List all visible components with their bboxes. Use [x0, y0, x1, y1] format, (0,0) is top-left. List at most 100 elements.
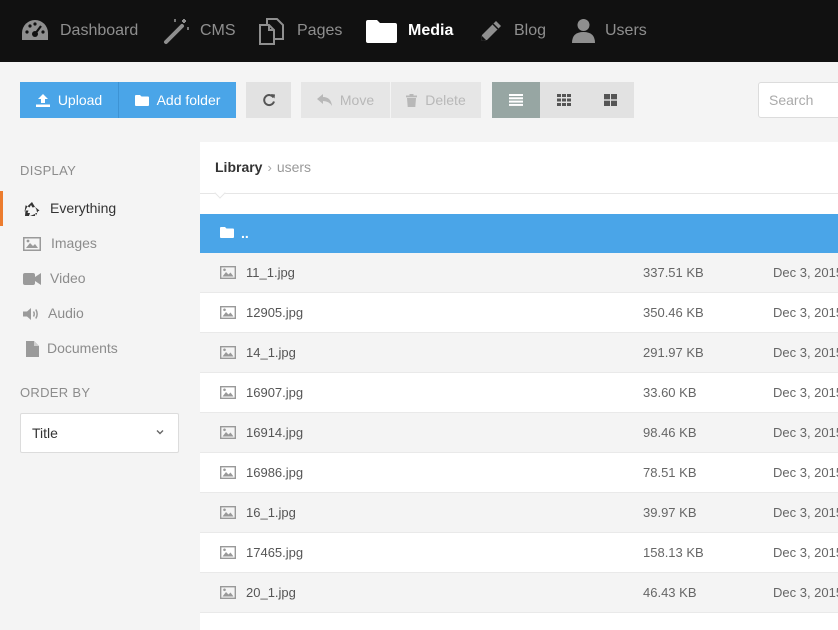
file-row[interactable]: 20_1.jpg 46.43 KB Dec 3, 2015: [200, 573, 838, 613]
file-name: 12905.jpg: [246, 305, 304, 320]
delete-button[interactable]: Delete: [391, 82, 481, 118]
breadcrumb: Library › users: [215, 159, 311, 175]
file-size: 39.97 KB: [643, 505, 697, 520]
image-file-icon: [219, 425, 237, 442]
image-file-icon: [219, 505, 237, 522]
image-file-icon: [219, 385, 237, 402]
sidebar-label-audio: Audio: [48, 305, 84, 321]
document-icon: [22, 340, 42, 358]
trash-icon: [406, 93, 418, 107]
breadcrumb-library-link[interactable]: Library: [215, 159, 262, 175]
file-name: 16986.jpg: [246, 465, 304, 480]
video-camera-icon: [22, 270, 42, 288]
image-file-icon: [219, 585, 237, 602]
volume-icon: [22, 305, 42, 323]
file-date: Dec 3, 2015: [773, 305, 838, 320]
file-name: 14_1.jpg: [246, 345, 296, 360]
nav-label-users: Users: [605, 22, 647, 39]
file-row[interactable]: 16_1.jpg 39.97 KB Dec 3, 2015: [200, 493, 838, 533]
file-size: 46.43 KB: [643, 585, 697, 600]
file-date: Dec 3, 2015: [773, 585, 838, 600]
file-row[interactable]: 17465.jpg 158.13 KB Dec 3, 2015: [200, 533, 838, 573]
sidebar-item-everything[interactable]: Everything: [0, 191, 200, 226]
file-date: Dec 3, 2015: [773, 425, 838, 440]
magic-wand-icon: [164, 19, 189, 44]
list-icon: [509, 94, 523, 106]
image-icon: [22, 235, 42, 253]
upload-label: Upload: [57, 92, 103, 108]
search-input[interactable]: [758, 82, 838, 118]
file-name: 16_1.jpg: [246, 505, 296, 520]
grid-small-icon: [556, 94, 571, 106]
file-date: Dec 3, 2015: [773, 265, 838, 280]
small-grid-view-button[interactable]: [540, 82, 587, 118]
order-by-heading: ORDER BY: [20, 385, 91, 400]
file-size: 158.13 KB: [643, 545, 704, 560]
folder-icon: [134, 95, 149, 106]
upload-icon: [35, 93, 50, 107]
nav-item-blog[interactable]: Blog: [478, 0, 546, 62]
move-label: Move: [339, 92, 375, 108]
sidebar-item-audio[interactable]: Audio: [0, 296, 200, 331]
file-row[interactable]: 16907.jpg 33.60 KB Dec 3, 2015: [200, 373, 838, 413]
sidebar-item-images[interactable]: Images: [0, 226, 200, 261]
file-size: 78.51 KB: [643, 465, 697, 480]
file-name: 16907.jpg: [246, 385, 304, 400]
file-row[interactable]: 16986.jpg 78.51 KB Dec 3, 2015: [200, 453, 838, 493]
list-view-button[interactable]: [492, 82, 540, 118]
image-file-icon: [219, 465, 237, 482]
display-heading: DISPLAY: [20, 163, 77, 178]
pencil-icon: [481, 21, 501, 41]
order-by-select[interactable]: Title: [20, 413, 179, 453]
image-file-icon: [219, 545, 237, 562]
add-folder-button[interactable]: Add folder: [118, 82, 236, 118]
file-date: Dec 3, 2015: [773, 345, 838, 360]
pages-icon: [259, 18, 284, 45]
nav-label-media: Media: [408, 22, 454, 39]
file-size: 350.46 KB: [643, 305, 704, 320]
file-row[interactable]: 11_1.jpg 337.51 KB Dec 3, 2015: [200, 253, 838, 293]
image-file-icon: [219, 345, 237, 362]
file-name: 17465.jpg: [246, 545, 304, 560]
refresh-button[interactable]: [246, 82, 291, 118]
parent-folder-row[interactable]: ..: [200, 214, 838, 253]
nav-item-pages[interactable]: Pages: [257, 0, 342, 62]
media-library-panel: Library › users .. 11_1.jpg 337.51 KB Dec …: [200, 142, 838, 630]
chevron-down-icon: [156, 430, 164, 435]
file-size: 291.97 KB: [643, 345, 704, 360]
file-name: 16914.jpg: [246, 425, 304, 440]
nav-item-dashboard[interactable]: Dashboard: [20, 0, 138, 62]
refresh-icon: [262, 94, 275, 106]
delete-label: Delete: [425, 92, 466, 108]
nav-item-users[interactable]: Users: [572, 0, 647, 62]
nav-label-pages: Pages: [297, 22, 343, 39]
file-date: Dec 3, 2015: [773, 465, 838, 480]
sidebar-label-video: Video: [50, 270, 86, 286]
file-row[interactable]: 16914.jpg 98.46 KB Dec 3, 2015: [200, 413, 838, 453]
file-date: Dec 3, 2015: [773, 505, 838, 520]
sidebar-label-everything: Everything: [50, 200, 117, 216]
file-name: 11_1.jpg: [246, 265, 295, 280]
file-date: Dec 3, 2015: [773, 385, 838, 400]
nav-item-cms[interactable]: CMS: [162, 0, 236, 62]
nav-label-blog: Blog: [514, 22, 547, 39]
folder-icon: [220, 227, 234, 238]
file-date: Dec 3, 2015: [773, 545, 838, 560]
dashboard-icon: [22, 20, 48, 40]
file-name: 20_1.jpg: [246, 585, 296, 600]
breadcrumb-separator: ›: [267, 159, 272, 175]
nav-label-dashboard: Dashboard: [60, 22, 139, 39]
add-folder-label: Add folder: [156, 92, 221, 108]
parent-folder-label: ..: [241, 225, 249, 241]
file-size: 98.46 KB: [643, 425, 697, 440]
sidebar-item-documents[interactable]: Documents: [0, 331, 200, 366]
nav-item-media[interactable]: Media: [365, 0, 453, 62]
upload-button[interactable]: Upload: [20, 82, 118, 118]
move-button[interactable]: Move: [301, 82, 390, 118]
file-row[interactable]: 12905.jpg 350.46 KB Dec 3, 2015: [200, 293, 838, 333]
breadcrumb-notch: [214, 187, 226, 199]
sidebar-item-video[interactable]: Video: [0, 261, 200, 296]
file-size: 337.51 KB: [643, 265, 704, 280]
file-row[interactable]: 14_1.jpg 291.97 KB Dec 3, 2015: [200, 333, 838, 373]
large-grid-view-button[interactable]: [587, 82, 634, 118]
